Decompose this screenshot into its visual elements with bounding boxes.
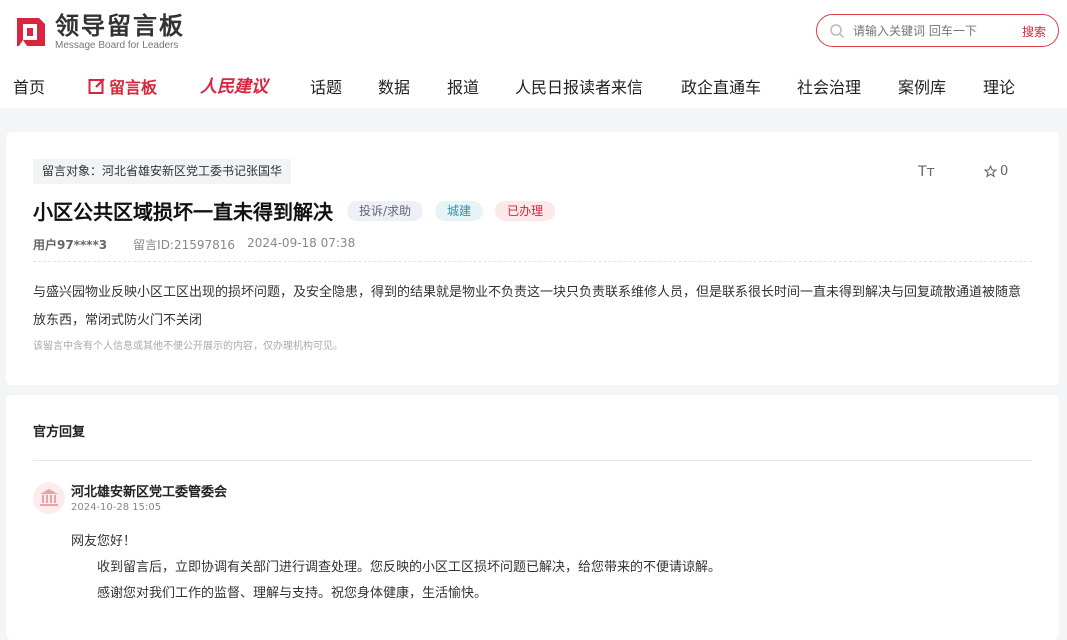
message-target: 留言对象：河北省雄安新区党工委书记张国华 [33, 159, 292, 184]
nav-reports[interactable]: 报道 [447, 74, 479, 98]
favorite-count: 0 [1000, 164, 1009, 179]
reply-date: 2024-10-28 15:05 [71, 502, 162, 513]
nav-people-suggestions[interactable]: 人民建议 [200, 72, 268, 97]
nav-data[interactable]: 数据 [378, 74, 410, 98]
reply-card: 官方回复 河北雄安新区党工委管委会 2024-10-28 15:05 网友您好！… [6, 395, 1059, 640]
logo-title: 领导留言板 [55, 12, 185, 40]
field-tag: 城建 [435, 200, 484, 221]
reply-line-1: 收到留言后，立即协调有关部门进行调查处理。您反映的小区工区损坏问题已解决，给您带… [97, 560, 722, 575]
reply-greeting: 网友您好！ [71, 534, 137, 549]
privacy-hint: 该留言中含有个人信息或其他不便公开展示的内容，仅办理机构可见。 [33, 341, 343, 352]
nav-message-board[interactable]: 留言板 [88, 74, 157, 98]
logo-icon [17, 17, 45, 46]
nav-readers-letters[interactable]: 人民日报读者来信 [515, 74, 643, 98]
font-size-icon[interactable]: Tт [918, 164, 935, 180]
logo-subtitle: Message Board for Leaders [55, 40, 179, 51]
reply-line-2: 感谢您对我们工作的监督、理解与支持。祝您身体健康，生活愉快。 [97, 586, 488, 601]
divider [33, 261, 1032, 262]
edit-icon [88, 78, 105, 94]
message-content: 与盛兴园物业反映小区工区出现的损坏问题，及安全隐患，得到的结果就是物业不负责这一… [33, 285, 1022, 328]
nav-topics[interactable]: 话题 [310, 74, 342, 98]
title-row: 小区公共区域损坏一直未得到解决 投诉/求助 城建 已办理 [33, 196, 556, 225]
nav-home[interactable]: 首页 [13, 74, 45, 98]
message-title: 小区公共区域损坏一直未得到解决 [33, 200, 333, 224]
nav-message-board-label: 留言板 [109, 78, 158, 97]
main-nav: 首页 留言板 人民建议 话题 数据 报道 人民日报读者来信 政企直通车 社会治理… [0, 62, 1067, 106]
message-meta: 用户97****3 留言ID:21597816 2024-09-18 07:38 [33, 236, 355, 253]
message-datetime: 2024-09-18 07:38 [247, 236, 356, 250]
search-button[interactable]: 搜索 [1022, 23, 1046, 40]
nav-theory[interactable]: 理论 [983, 74, 1015, 98]
search-icon [830, 23, 845, 38]
nav-enterprise-express[interactable]: 政企直通车 [681, 74, 761, 98]
reply-heading: 官方回复 [33, 425, 86, 440]
header: 领导留言板 Message Board for Leaders 搜索 首页 留言… [0, 0, 1067, 108]
category-tag: 投诉/求助 [347, 200, 424, 221]
government-building-icon [40, 489, 58, 506]
message-card: 留言对象：河北省雄安新区党工委书记张国华 Tт 0 小区公共区域损坏一直未得到解… [6, 132, 1059, 385]
message-id: 留言ID:21597816 [133, 238, 236, 252]
star-icon [984, 165, 997, 178]
reply-org-name: 河北雄安新区党工委管委会 [71, 485, 228, 500]
nav-social-governance[interactable]: 社会治理 [797, 74, 861, 98]
message-user: 用户97****3 [33, 238, 108, 252]
search-input[interactable] [853, 23, 1003, 38]
site-logo[interactable]: 领导留言板 Message Board for Leaders [13, 12, 185, 51]
nav-case-library[interactable]: 案例库 [898, 74, 946, 98]
divider [33, 460, 1032, 461]
avatar [33, 482, 65, 514]
favorite-button[interactable]: 0 [984, 164, 1008, 179]
status-badge: 已办理 [495, 200, 556, 221]
search-box: 搜索 [816, 14, 1059, 47]
reply-body: 网友您好！ 收到留言后，立即协调有关部门进行调查处理。您反映的小区工区损坏问题已… [71, 529, 721, 607]
